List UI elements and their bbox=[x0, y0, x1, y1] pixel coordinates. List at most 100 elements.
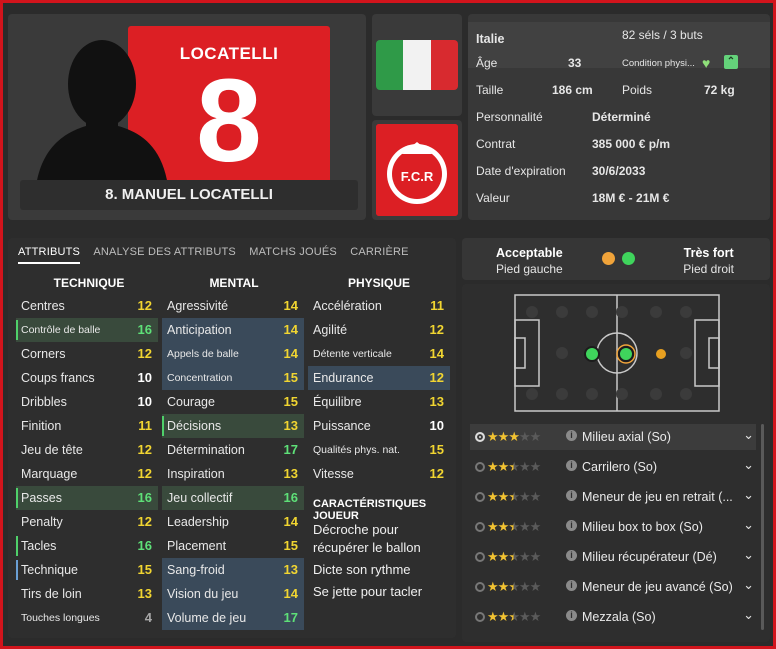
club-badge-panel[interactable]: F.C.R bbox=[372, 120, 462, 220]
attribute-value: 4 bbox=[144, 610, 152, 625]
attribute-value: 11 bbox=[138, 418, 152, 433]
tab-matches-played[interactable]: MATCHS JOUÉS bbox=[249, 246, 337, 262]
attribute-value: 11 bbox=[430, 298, 444, 313]
role-star-rating: ★★★★★ bbox=[487, 489, 541, 504]
attribute-row-technique[interactable]: Corners 12 bbox=[16, 342, 158, 366]
player-name: 8. MANUEL LOCATELLI bbox=[20, 180, 358, 210]
contract-row: Contrat 385 000 € p/m bbox=[474, 131, 764, 157]
attribute-name: Volume de jeu bbox=[167, 611, 247, 625]
attribute-row-mental[interactable]: Vision du jeu 14 bbox=[162, 582, 304, 606]
attribute-row-technique[interactable]: Tirs de loin 13 bbox=[16, 582, 158, 606]
role-row[interactable]: ★★★★★ i Milieu axial (So) ⌄ bbox=[470, 424, 756, 450]
role-row[interactable]: ★★★★★ i Milieu récupérateur (Dé) ⌄ bbox=[470, 544, 756, 570]
attribute-name: Corners bbox=[21, 347, 66, 361]
personality-label: Personnalité bbox=[476, 110, 543, 124]
role-radio[interactable] bbox=[475, 612, 485, 622]
attribute-name: Agilité bbox=[313, 323, 348, 337]
attribute-row-physique[interactable]: Endurance 12 bbox=[308, 366, 450, 390]
role-row[interactable]: ★★★★★ i Mezzala (So) ⌄ bbox=[470, 604, 756, 630]
attribute-row-physique[interactable]: Agilité 12 bbox=[308, 318, 450, 342]
attribute-name: Placement bbox=[167, 539, 227, 553]
player-portrait-panel: LOCATELLI 8 8. MANUEL LOCATELLI bbox=[8, 14, 366, 220]
attribute-row-physique[interactable]: Détente verticale 14 bbox=[308, 342, 450, 366]
role-list-scrollbar[interactable] bbox=[761, 424, 764, 630]
role-row[interactable]: ★★★★★ i Carrilero (So) ⌄ bbox=[470, 454, 756, 480]
attribute-row-technique[interactable]: Finition 11 bbox=[16, 414, 158, 438]
attribute-row-mental[interactable]: Anticipation 14 bbox=[162, 318, 304, 342]
attribute-row-physique[interactable]: Équilibre 13 bbox=[308, 390, 450, 414]
role-radio[interactable] bbox=[475, 522, 485, 532]
attribute-row-mental[interactable]: Courage 15 bbox=[162, 390, 304, 414]
attribute-value: 17 bbox=[283, 442, 298, 457]
attribute-value: 14 bbox=[283, 346, 298, 361]
attribute-row-mental[interactable]: Concentration 15 bbox=[162, 366, 304, 390]
attribute-row-technique[interactable]: Marquage 12 bbox=[16, 462, 158, 486]
attribute-row-technique[interactable]: Contrôle de balle 16 bbox=[16, 318, 158, 342]
right-foot-label: Pied droit bbox=[683, 262, 734, 276]
attribute-value: 12 bbox=[137, 298, 152, 313]
left-foot: Acceptable Pied gauche bbox=[496, 246, 563, 276]
attribute-value: 12 bbox=[137, 466, 152, 481]
attribute-row-mental[interactable]: Jeu collectif 16 bbox=[162, 486, 304, 510]
attribute-row-mental[interactable]: Détermination 17 bbox=[162, 438, 304, 462]
chevron-down-icon[interactable]: ⌄ bbox=[743, 577, 754, 593]
chevron-down-icon[interactable]: ⌄ bbox=[743, 517, 754, 533]
svg-text:F.C.R: F.C.R bbox=[401, 169, 434, 184]
attribute-name: Détermination bbox=[167, 443, 245, 457]
info-icon[interactable]: i bbox=[566, 430, 577, 441]
chevron-down-icon[interactable]: ⌄ bbox=[743, 607, 754, 623]
tab-career[interactable]: CARRIÈRE bbox=[350, 246, 408, 262]
role-radio[interactable] bbox=[475, 432, 485, 442]
role-radio[interactable] bbox=[475, 552, 485, 562]
chevron-down-icon[interactable]: ⌄ bbox=[743, 427, 754, 443]
attribute-row-technique[interactable]: Touches longues 4 bbox=[16, 606, 158, 630]
attribute-row-technique[interactable]: Technique 15 bbox=[16, 558, 158, 582]
nation-name: Italie bbox=[476, 32, 505, 46]
attribute-row-technique[interactable]: Dribbles 10 bbox=[16, 390, 158, 414]
info-icon[interactable]: i bbox=[566, 580, 577, 591]
chevron-down-icon[interactable]: ⌄ bbox=[743, 547, 754, 563]
role-radio[interactable] bbox=[475, 462, 485, 472]
attribute-row-technique[interactable]: Penalty 12 bbox=[16, 510, 158, 534]
attribute-row-physique[interactable]: Qualités phys. nat. 15 bbox=[308, 438, 450, 462]
nation-flag-panel[interactable] bbox=[372, 14, 462, 116]
role-row[interactable]: ★★★★★ i Milieu box to box (So) ⌄ bbox=[470, 514, 756, 540]
weight-label: Poids bbox=[622, 83, 653, 97]
info-icon[interactable]: i bbox=[566, 460, 577, 471]
attribute-row-physique[interactable]: Puissance 10 bbox=[308, 414, 450, 438]
info-icon[interactable]: i bbox=[566, 550, 577, 561]
attribute-row-mental[interactable]: Leadership 14 bbox=[162, 510, 304, 534]
expiry-value: 30/6/2033 bbox=[592, 164, 646, 178]
info-icon[interactable]: i bbox=[566, 610, 577, 621]
info-icon[interactable]: i bbox=[566, 520, 577, 531]
tab-attributes[interactable]: ATTRIBUTS bbox=[18, 246, 81, 264]
attribute-row-technique[interactable]: Jeu de tête 12 bbox=[16, 438, 158, 462]
attribute-row-technique[interactable]: Centres 12 bbox=[16, 294, 158, 318]
attribute-row-physique[interactable]: Accélération 11 bbox=[308, 294, 450, 318]
attribute-row-technique[interactable]: Tacles 16 bbox=[16, 534, 158, 558]
attribute-row-mental[interactable]: Sang-froid 13 bbox=[162, 558, 304, 582]
attribute-row-mental[interactable]: Volume de jeu 17 bbox=[162, 606, 304, 630]
role-radio[interactable] bbox=[475, 582, 485, 592]
attribute-value: 13 bbox=[283, 466, 298, 481]
attribute-row-mental[interactable]: Placement 15 bbox=[162, 534, 304, 558]
attribute-name: Jeu de tête bbox=[21, 443, 83, 457]
trait-item: Se jette pour tacler bbox=[313, 584, 423, 599]
chevron-down-icon[interactable]: ⌄ bbox=[743, 487, 754, 503]
chevron-down-icon[interactable]: ⌄ bbox=[743, 457, 754, 473]
attribute-row-physique[interactable]: Vitesse 12 bbox=[308, 462, 450, 486]
info-icon[interactable]: i bbox=[566, 490, 577, 501]
attribute-row-mental[interactable]: Appels de balle 14 bbox=[162, 342, 304, 366]
role-row[interactable]: ★★★★★ i Meneur de jeu en retrait (... ⌄ bbox=[470, 484, 756, 510]
attribute-row-mental[interactable]: Inspiration 13 bbox=[162, 462, 304, 486]
role-row[interactable]: ★★★★★ i Meneur de jeu avancé (So) ⌄ bbox=[470, 574, 756, 600]
trait-item: Décroche pour bbox=[313, 522, 399, 537]
attribute-row-technique[interactable]: Coups francs 10 bbox=[16, 366, 158, 390]
attribute-row-mental[interactable]: Décisions 13 bbox=[162, 414, 304, 438]
role-radio[interactable] bbox=[475, 492, 485, 502]
attribute-row-mental[interactable]: Agressivité 14 bbox=[162, 294, 304, 318]
tab-attribute-analysis[interactable]: ANALYSE DES ATTRIBUTS bbox=[93, 246, 236, 262]
attribute-row-technique[interactable]: Passes 16 bbox=[16, 486, 158, 510]
attribute-name: Dribbles bbox=[21, 395, 67, 409]
attribute-name: Touches longues bbox=[21, 612, 100, 624]
